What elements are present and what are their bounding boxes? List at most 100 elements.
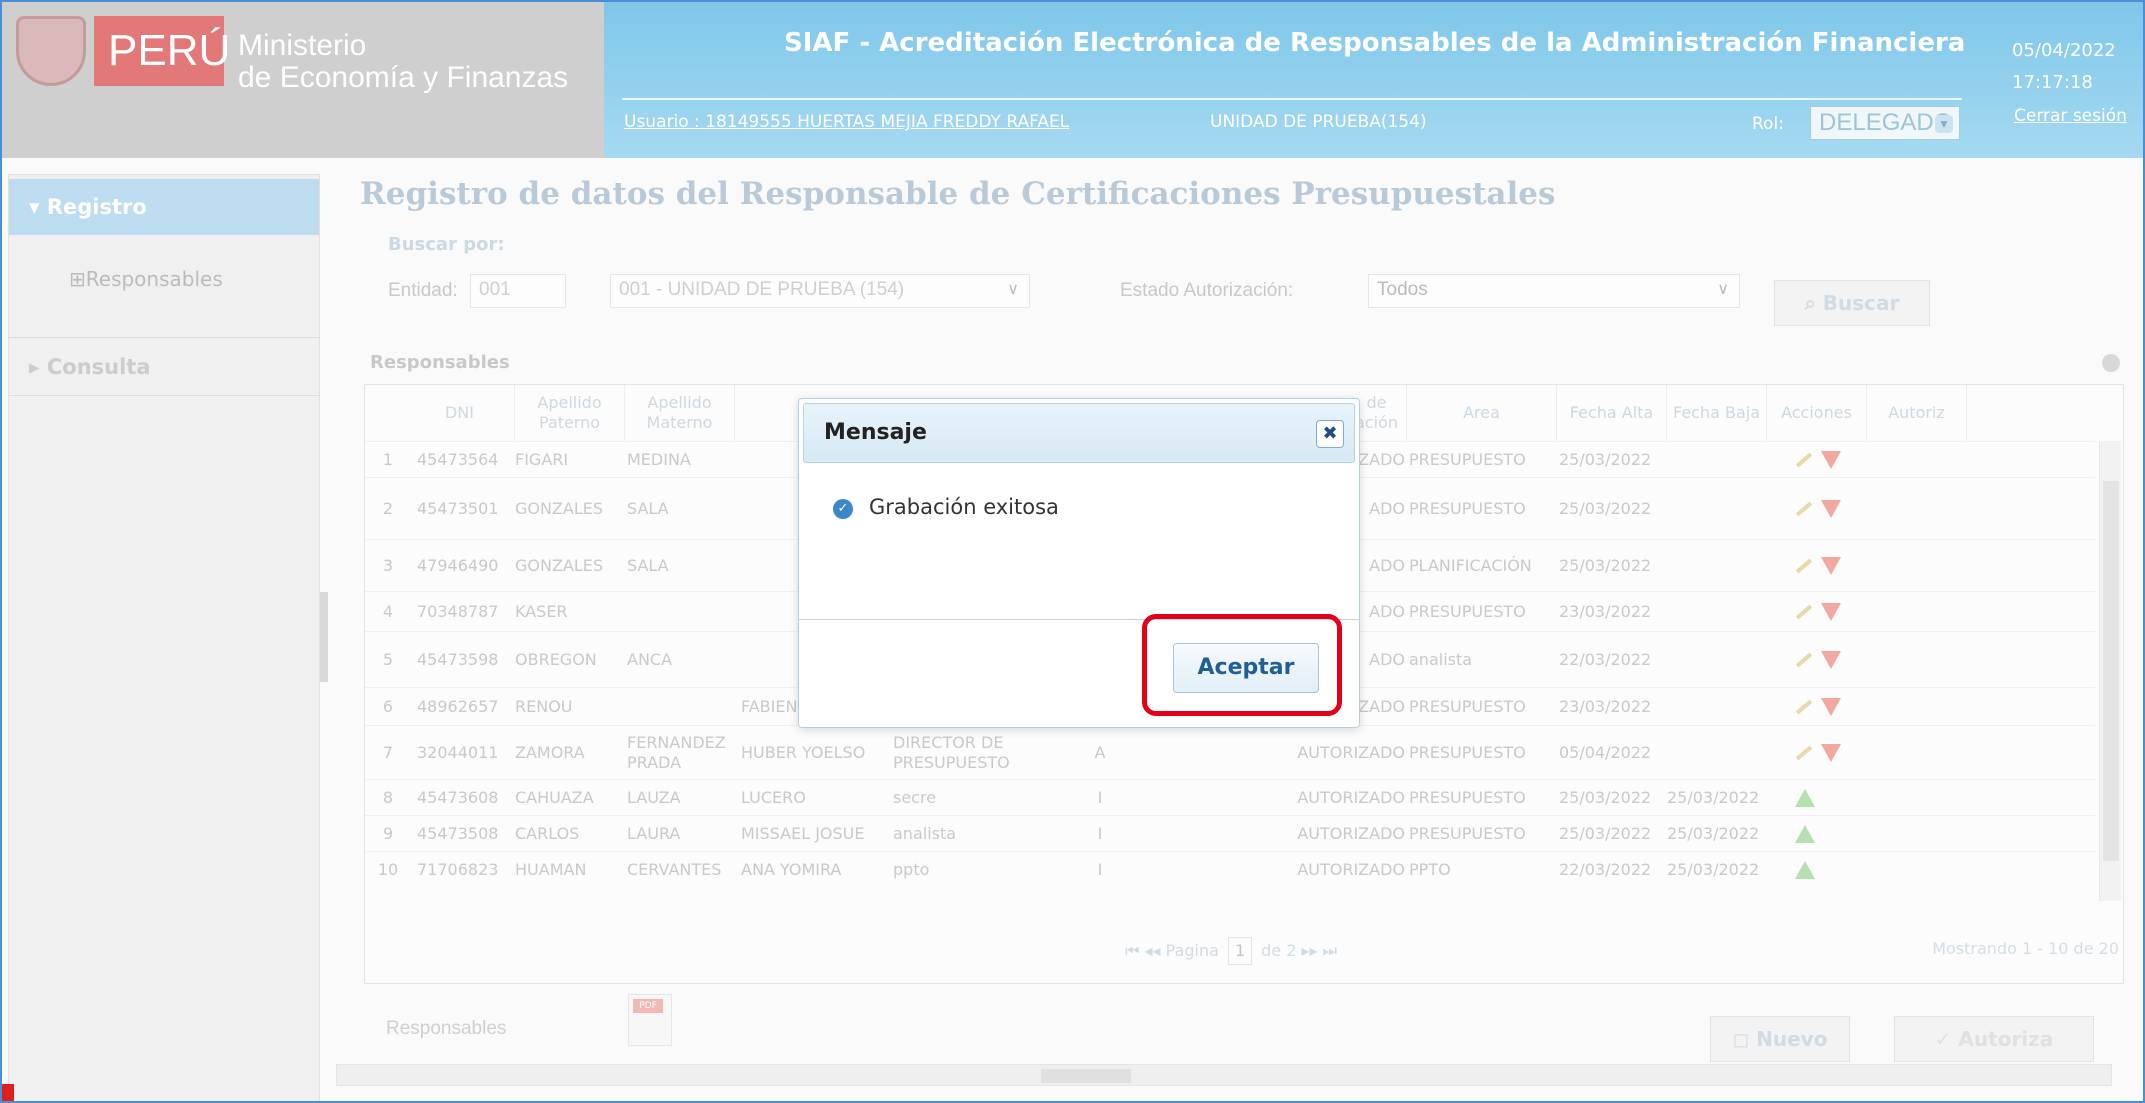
column-header[interactable]: Fecha Baja bbox=[1667, 385, 1767, 441]
table-row[interactable]: 10 71706823 HUAMAN CERVANTES ANA YOMIRA ppto I… bbox=[365, 851, 2095, 887]
ministry-line1: Ministerio bbox=[238, 29, 367, 62]
arrow-down-icon[interactable] bbox=[1821, 697, 1841, 716]
pencil-icon[interactable] bbox=[1795, 745, 1813, 760]
records-count: Mostrando 1 - 10 de 20 bbox=[1932, 939, 2119, 958]
column-header[interactable]: Acciones bbox=[1767, 385, 1867, 441]
cell-area: PPTO bbox=[1409, 859, 1451, 879]
column-header[interactable]: Area bbox=[1407, 385, 1557, 441]
ministry-name: Ministerio de Economía y Finanzas bbox=[238, 30, 568, 94]
cell-estado: AUTORIZADO bbox=[1297, 859, 1405, 879]
cell-baja bbox=[1667, 442, 1775, 477]
estado-select[interactable]: Todos ∨ bbox=[1368, 274, 1740, 308]
page-title: Registro de datos del Responsable de Cer… bbox=[360, 176, 1556, 212]
arrow-down-icon[interactable] bbox=[1821, 602, 1841, 621]
cell-pat: CAHUAZA bbox=[515, 787, 594, 807]
row-actions bbox=[1795, 726, 1841, 779]
arrow-down-icon[interactable] bbox=[1821, 499, 1841, 518]
cell-area: PRESUPUESTO bbox=[1409, 601, 1526, 621]
table-row[interactable]: 9 45473508 CARLOS LAURA MISSAEL JOSUE analist… bbox=[365, 815, 2095, 851]
prev-page-icon[interactable]: ◂◂ bbox=[1145, 941, 1166, 960]
grid-vertical-scrollbar[interactable] bbox=[2099, 441, 2121, 901]
caret-right-icon: ▸ bbox=[29, 355, 47, 379]
cell-dni: 71706823 bbox=[417, 859, 499, 879]
highlight-box bbox=[1142, 614, 1342, 716]
cell-mat: ANCA bbox=[627, 649, 673, 669]
arrow-up-icon[interactable] bbox=[1795, 824, 1815, 843]
gear-icon[interactable] bbox=[2102, 354, 2120, 372]
pencil-icon[interactable] bbox=[1795, 604, 1813, 619]
arrow-up-icon[interactable] bbox=[1795, 788, 1815, 807]
header-divider bbox=[622, 98, 1962, 100]
new-icon: ◻ bbox=[1732, 1027, 1757, 1051]
row-actions bbox=[1795, 632, 1841, 687]
user-link[interactable]: Usuario : 18149555 HUERTAS MEJIA FREDDY … bbox=[624, 112, 1069, 132]
column-header[interactable]: Autoriz bbox=[1867, 385, 1967, 441]
cell-n: 6 bbox=[382, 696, 394, 716]
cell-pat: KASER bbox=[515, 601, 568, 621]
pencil-icon[interactable] bbox=[1795, 558, 1813, 573]
scrollbar-thumb[interactable] bbox=[1041, 1069, 1131, 1083]
pencil-icon[interactable] bbox=[1795, 699, 1813, 714]
arrow-down-icon[interactable] bbox=[1821, 556, 1841, 575]
pencil-icon[interactable] bbox=[1795, 501, 1813, 516]
sidebar-item-responsables[interactable]: ⊞Responsables bbox=[69, 267, 223, 291]
brand-block: PERÚ Ministerio de Economía y Finanzas bbox=[2, 2, 604, 158]
estado-label: Estado Autorización: bbox=[1120, 280, 1294, 301]
table-row[interactable]: 7 32044011 ZAMORA FERNANDEZ PRADA HUBER YOEL… bbox=[365, 725, 2095, 779]
cell-mat: FERNANDEZ PRADA bbox=[627, 732, 726, 772]
sidebar-section-consulta[interactable]: ▸ Consulta bbox=[9, 339, 319, 395]
cell-estado: AUTORIZADO bbox=[1297, 787, 1405, 807]
cell-cargo: ppto bbox=[893, 859, 930, 879]
cell-area: PLANIFICACIÓN bbox=[1409, 555, 1532, 575]
cell-n: 8 bbox=[382, 787, 394, 807]
cell-area: PRESUPUESTO bbox=[1409, 449, 1526, 469]
pencil-icon[interactable] bbox=[1795, 452, 1813, 467]
cell-pat: HUAMAN bbox=[515, 859, 587, 879]
chevron-down-icon: ∨ bbox=[1717, 281, 1729, 298]
cell-dni: 45473598 bbox=[417, 649, 499, 669]
next-page-icon[interactable]: ▸▸ bbox=[1301, 941, 1317, 960]
authorize-button[interactable]: ✓ Autoriza bbox=[1894, 1016, 2094, 1062]
cell-dni: 45473508 bbox=[417, 823, 499, 843]
arrow-down-icon[interactable] bbox=[1821, 743, 1841, 762]
arrow-up-icon[interactable] bbox=[1795, 860, 1815, 879]
peru-logo: PERÚ bbox=[94, 16, 230, 86]
entidad-code-input[interactable]: 001 bbox=[470, 274, 566, 308]
rol-select[interactable]: DELEGADO ▼ bbox=[1810, 106, 1960, 140]
pencil-icon[interactable] bbox=[1795, 652, 1813, 667]
entidad-select[interactable]: 001 - UNIDAD DE PRUEBA (154) ∨ bbox=[610, 274, 1030, 308]
page-number-input[interactable]: 1 bbox=[1228, 937, 1253, 965]
close-icon[interactable]: ✖ bbox=[1316, 420, 1344, 448]
column-header[interactable]: Fecha Alta bbox=[1557, 385, 1667, 441]
header: PERÚ Ministerio de Economía y Finanzas S… bbox=[2, 2, 2143, 158]
column-header[interactable]: Apellido Paterno bbox=[515, 385, 625, 441]
cell-alta: 22/03/2022 bbox=[1559, 859, 1652, 879]
column-header[interactable]: Apellido Materno bbox=[625, 385, 735, 441]
cell-dni: 70348787 bbox=[417, 601, 499, 621]
cell-n: 1 bbox=[382, 449, 394, 469]
first-page-icon[interactable]: ⏮ bbox=[1125, 941, 1139, 960]
table-row[interactable]: 8 45473608 CAHUAZA LAUZA LUCERO secre I AUTORIZ… bbox=[365, 779, 2095, 815]
cell-n: 5 bbox=[382, 649, 394, 669]
rol-value: DELEGADO bbox=[1819, 109, 1953, 136]
pdf-icon[interactable]: PDF bbox=[628, 994, 672, 1046]
arrow-down-icon[interactable] bbox=[1821, 650, 1841, 669]
column-header[interactable]: DNI bbox=[405, 385, 515, 441]
arrow-down-icon[interactable] bbox=[1821, 450, 1841, 469]
cell-alta: 25/03/2022 bbox=[1559, 498, 1652, 518]
new-button[interactable]: ◻ Nuevo bbox=[1710, 1016, 1850, 1062]
cell-pat: GONZALES bbox=[515, 555, 604, 575]
logout-link[interactable]: Cerrar sesión bbox=[2014, 106, 2127, 126]
dialog-header: Mensaje ✖ bbox=[803, 403, 1355, 463]
last-page-icon[interactable]: ⏭ bbox=[1323, 941, 1337, 960]
sidebar-section-registro[interactable]: ▾ Registro bbox=[9, 179, 319, 235]
cell-dni: 45473608 bbox=[417, 787, 499, 807]
scrollbar-thumb[interactable] bbox=[2103, 481, 2119, 861]
cell-alta: 25/03/2022 bbox=[1559, 787, 1652, 807]
cell-n: 4 bbox=[382, 601, 394, 621]
horizontal-scrollbar[interactable] bbox=[336, 1064, 2112, 1086]
panel-splitter[interactable] bbox=[320, 592, 328, 682]
cell-alta: 25/03/2022 bbox=[1559, 449, 1652, 469]
search-button[interactable]: ⌕ Buscar bbox=[1774, 280, 1930, 326]
cell-baja: 25/03/2022 bbox=[1667, 787, 1760, 807]
